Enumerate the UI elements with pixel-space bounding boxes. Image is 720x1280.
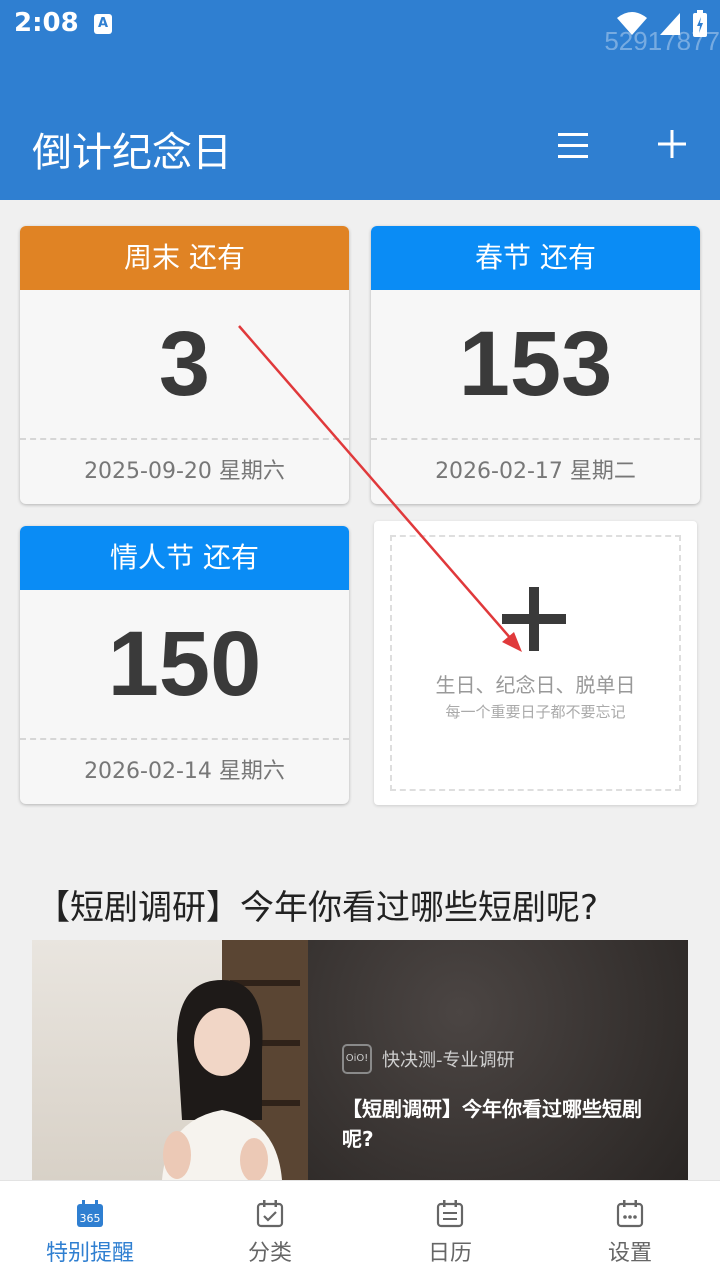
calendar-dots-icon [616, 1200, 644, 1228]
add-card-title: 生日、纪念日、脱单日 [435, 673, 636, 697]
survey-brand: OiO! 快决测-专业调研 [342, 1044, 515, 1074]
days-count: 150 [107, 613, 262, 715]
brand-name: 快决测-专业调研 [382, 1050, 515, 1071]
a-notification-icon: A [94, 14, 112, 34]
card-header: 周末 还有 [20, 226, 349, 290]
countdown-card-spring-festival[interactable]: 春节 还有 153 2026-02-17 星期二 [371, 226, 700, 504]
add-event-card[interactable]: 生日、纪念日、脱单日 每一个重要日子都不要忘记 [374, 521, 697, 805]
calendar-365-icon: 365 [77, 1200, 103, 1227]
tab-special-reminders[interactable]: 365 特别提醒 [0, 1181, 180, 1280]
card-header: 春节 还有 [371, 226, 700, 290]
tab-label: 设置 [607, 1241, 652, 1266]
calendar-check-icon [256, 1200, 284, 1228]
card-date: 2026-02-14 星期六 [84, 759, 285, 784]
signal-icon [660, 13, 680, 35]
countdown-card-weekend[interactable]: 周末 还有 3 2025-09-20 星期六 [20, 226, 349, 504]
card-date: 2026-02-17 星期二 [435, 459, 636, 484]
status-bar: 2:08 A 52917877 [0, 0, 720, 56]
tab-label: 特别提醒 [45, 1241, 134, 1266]
tab-label: 分类 [247, 1241, 292, 1266]
calendar-list-icon [436, 1200, 464, 1228]
video-headline: 【短剧调研】今年你看过哪些短剧呢? [342, 1097, 642, 1151]
presenter-image [162, 980, 282, 1180]
battery-icon [693, 10, 707, 37]
status-time: 2:08 [14, 8, 79, 38]
app-bar: 倒计纪念日 [0, 50, 720, 200]
menu-icon[interactable] [556, 128, 592, 164]
tab-categories[interactable]: 分类 [180, 1181, 360, 1280]
countdown-card-valentines[interactable]: 情人节 还有 150 2026-02-14 星期六 [20, 526, 349, 804]
add-icon[interactable] [654, 126, 690, 162]
tab-label: 日历 [427, 1241, 472, 1266]
tab-calendar[interactable]: 日历 [360, 1181, 540, 1280]
survey-title[interactable]: 【短剧调研】今年你看过哪些短剧呢? [36, 880, 598, 929]
tab-settings[interactable]: 设置 [540, 1181, 720, 1280]
system-icons [616, 10, 708, 38]
card-header: 情人节 还有 [20, 526, 349, 590]
days-count: 153 [458, 313, 613, 415]
page-title: 倒计纪念日 [32, 130, 232, 176]
card-date: 2025-09-20 星期六 [84, 459, 285, 484]
wifi-icon [617, 12, 647, 35]
brand-logo-icon: OiO! [342, 1044, 372, 1074]
plus-icon [502, 587, 566, 651]
survey-video-thumbnail[interactable]: OiO! 快决测-专业调研 【短剧调研】今年你看过哪些短剧呢? [32, 940, 688, 1180]
days-count: 3 [158, 313, 211, 415]
dashed-border [390, 535, 681, 791]
add-card-subtitle: 每一个重要日子都不要忘记 [445, 703, 626, 721]
calendar-badge: 365 [80, 1212, 101, 1225]
bottom-navigation: 365 特别提醒 分类 日历 设置 [0, 1180, 720, 1280]
